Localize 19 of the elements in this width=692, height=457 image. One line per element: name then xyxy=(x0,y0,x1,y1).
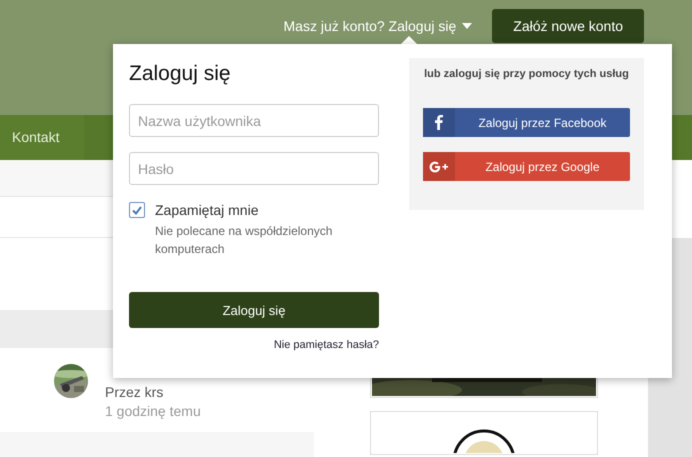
popup-title: Zaloguj się xyxy=(129,62,232,86)
facebook-login-button[interactable]: Zaloguj przez Facebook xyxy=(423,108,630,137)
remember-label[interactable]: Zapamiętaj mnie xyxy=(155,202,258,218)
post-author: Przez krs xyxy=(105,383,164,402)
username-field[interactable]: Nazwa użytkownika xyxy=(129,104,379,137)
login-button[interactable]: Zaloguj się xyxy=(129,292,379,328)
caret-icon xyxy=(462,23,472,29)
post-time: 1 godzinę temu xyxy=(105,402,201,421)
password-field[interactable]: Hasło xyxy=(129,152,379,185)
checkmark-icon xyxy=(132,206,142,214)
remember-hint: Nie polecane na współdzielonych komputerach xyxy=(155,223,334,258)
forgot-password-link[interactable]: Nie pamiętasz hasła? xyxy=(274,339,379,351)
nav-item[interactable]: Kontakt xyxy=(0,115,84,160)
google-login-button[interactable]: Zaloguj przez Google xyxy=(423,152,630,181)
google-plus-icon xyxy=(429,160,449,172)
remember-checkbox[interactable] xyxy=(129,202,145,218)
register-button[interactable]: Załóż nowe konto xyxy=(492,9,644,43)
facebook-icon xyxy=(435,115,443,130)
social-heading: lub zaloguj się przy pomocy tych usług xyxy=(423,68,630,80)
